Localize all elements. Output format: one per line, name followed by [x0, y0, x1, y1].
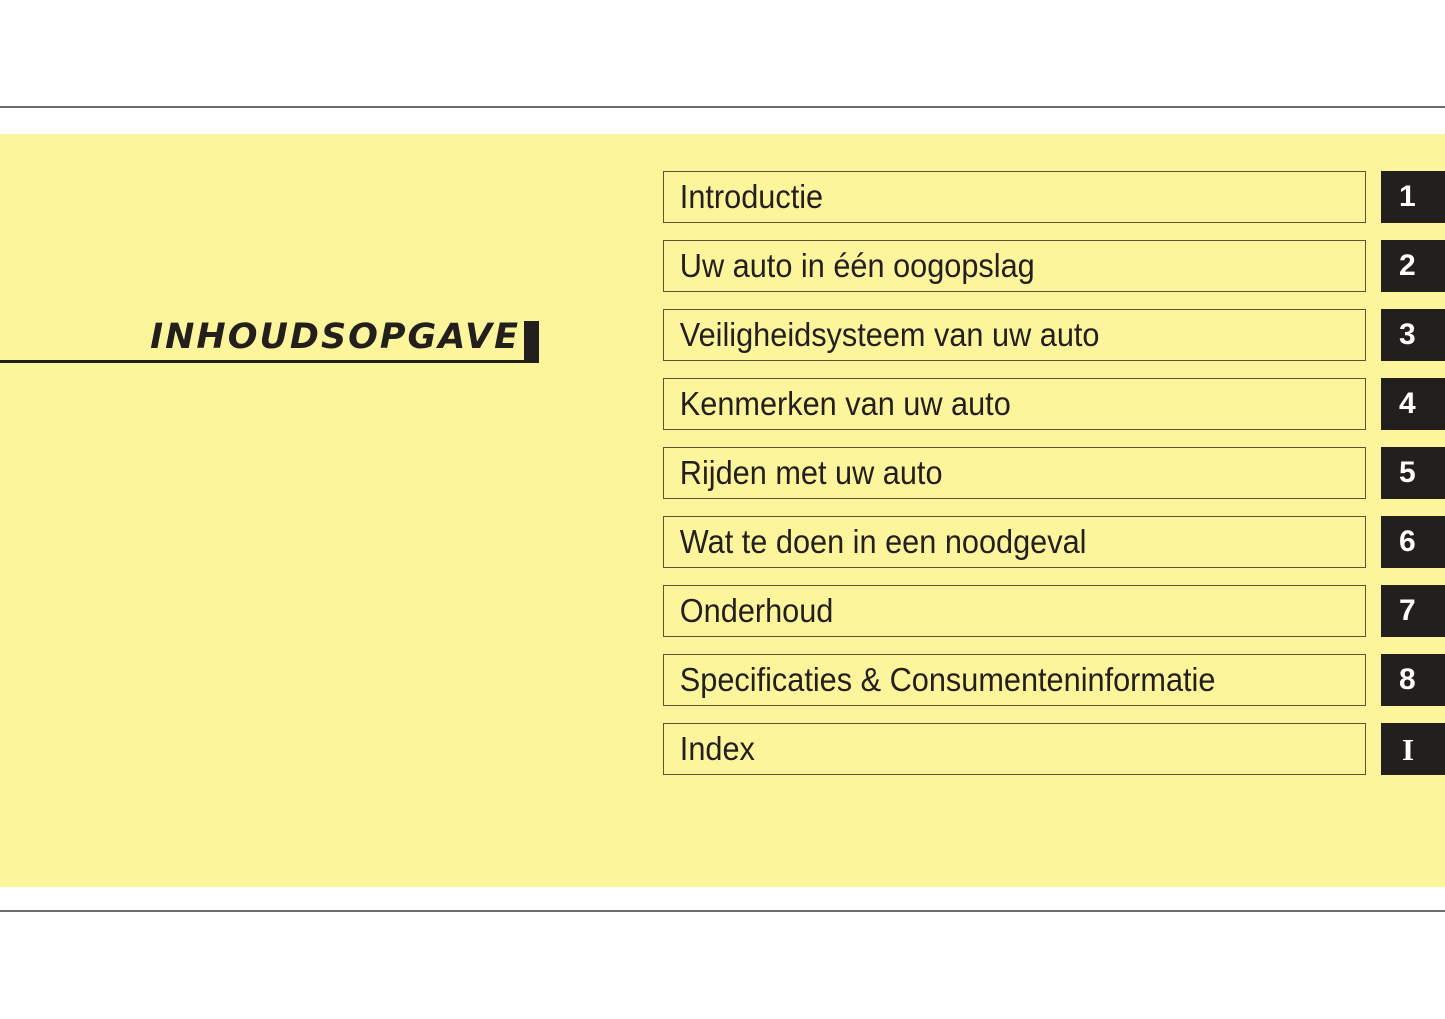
toc-entry-tab-number: 4 [1399, 387, 1416, 420]
toc-entry-label: Wat te doen in een noodgeval [679, 522, 1087, 560]
toc-entry-tab-number: 5 [1399, 456, 1416, 489]
toc-entry-tab[interactable]: 1 [1381, 171, 1445, 223]
toc-entry-tab-number: 8 [1399, 663, 1416, 696]
toc-entry-label: Onderhoud [679, 591, 834, 629]
toc-entry-tab[interactable]: 8 [1381, 654, 1445, 706]
toc-entry[interactable]: Introductie 1 [663, 171, 1445, 223]
toc-entry[interactable]: Rijden met uw auto 5 [663, 447, 1445, 499]
page-bottom-rule [0, 910, 1445, 912]
toc-entry-label: Specificaties & Consumenteninformatie [679, 660, 1216, 698]
toc-entry-label: Uw auto in één oogopslag [679, 246, 1035, 284]
toc-entry-box[interactable]: Veiligheidsysteem van uw auto [663, 309, 1366, 361]
toc-entry-box[interactable]: Wat te doen in een noodgeval [663, 516, 1366, 568]
toc-entry-tab[interactable]: I [1381, 723, 1445, 775]
toc-entry-tab-number: I [1402, 731, 1415, 767]
toc-entry-label: Introductie [679, 177, 824, 215]
toc-entry-tab[interactable]: 7 [1381, 585, 1445, 637]
toc-entry-tab-number: 7 [1399, 594, 1416, 627]
table-of-contents: Introductie 1 Uw auto in één oogopslag 2… [663, 171, 1445, 775]
toc-entry-tab-number: 6 [1399, 525, 1416, 558]
toc-entry-tab-number: 1 [1399, 180, 1416, 213]
page-title-block: INHOUDSOPGAVE [0, 320, 545, 520]
toc-entry[interactable]: Wat te doen in een noodgeval 6 [663, 516, 1445, 568]
toc-entry[interactable]: Specificaties & Consumenteninformatie 8 [663, 654, 1445, 706]
toc-entry-label: Index [679, 729, 755, 767]
page-title: INHOUDSOPGAVE [150, 317, 520, 357]
toc-entry[interactable]: Index I [663, 723, 1445, 775]
toc-entry-tab[interactable]: 4 [1381, 378, 1445, 430]
title-underline [0, 360, 524, 363]
toc-entry-label: Veiligheidsysteem van uw auto [679, 315, 1100, 353]
toc-entry-box[interactable]: Uw auto in één oogopslag [663, 240, 1366, 292]
toc-entry-tab[interactable]: 6 [1381, 516, 1445, 568]
toc-entry-box[interactable]: Onderhoud [663, 585, 1366, 637]
toc-entry[interactable]: Uw auto in één oogopslag 2 [663, 240, 1445, 292]
toc-entry-tab-number: 3 [1399, 318, 1416, 351]
toc-entry-box[interactable]: Kenmerken van uw auto [663, 378, 1366, 430]
manual-contents-page: INHOUDSOPGAVE Introductie 1 Uw auto in é… [0, 0, 1445, 1019]
title-end-block-icon [524, 321, 539, 363]
toc-entry-tab[interactable]: 2 [1381, 240, 1445, 292]
toc-entry-tab-number: 2 [1399, 249, 1416, 282]
page-top-rule [0, 106, 1445, 108]
toc-entry-label: Kenmerken van uw auto [679, 384, 1011, 422]
toc-entry[interactable]: Veiligheidsysteem van uw auto 3 [663, 309, 1445, 361]
toc-entry-box[interactable]: Index [663, 723, 1366, 775]
toc-entry-box[interactable]: Rijden met uw auto [663, 447, 1366, 499]
toc-entry-tab[interactable]: 5 [1381, 447, 1445, 499]
toc-entry-box[interactable]: Introductie [663, 171, 1366, 223]
toc-entry[interactable]: Kenmerken van uw auto 4 [663, 378, 1445, 430]
toc-entry[interactable]: Onderhoud 7 [663, 585, 1445, 637]
toc-entry-tab[interactable]: 3 [1381, 309, 1445, 361]
toc-entry-box[interactable]: Specificaties & Consumenteninformatie [663, 654, 1366, 706]
toc-entry-label: Rijden met uw auto [679, 453, 943, 491]
